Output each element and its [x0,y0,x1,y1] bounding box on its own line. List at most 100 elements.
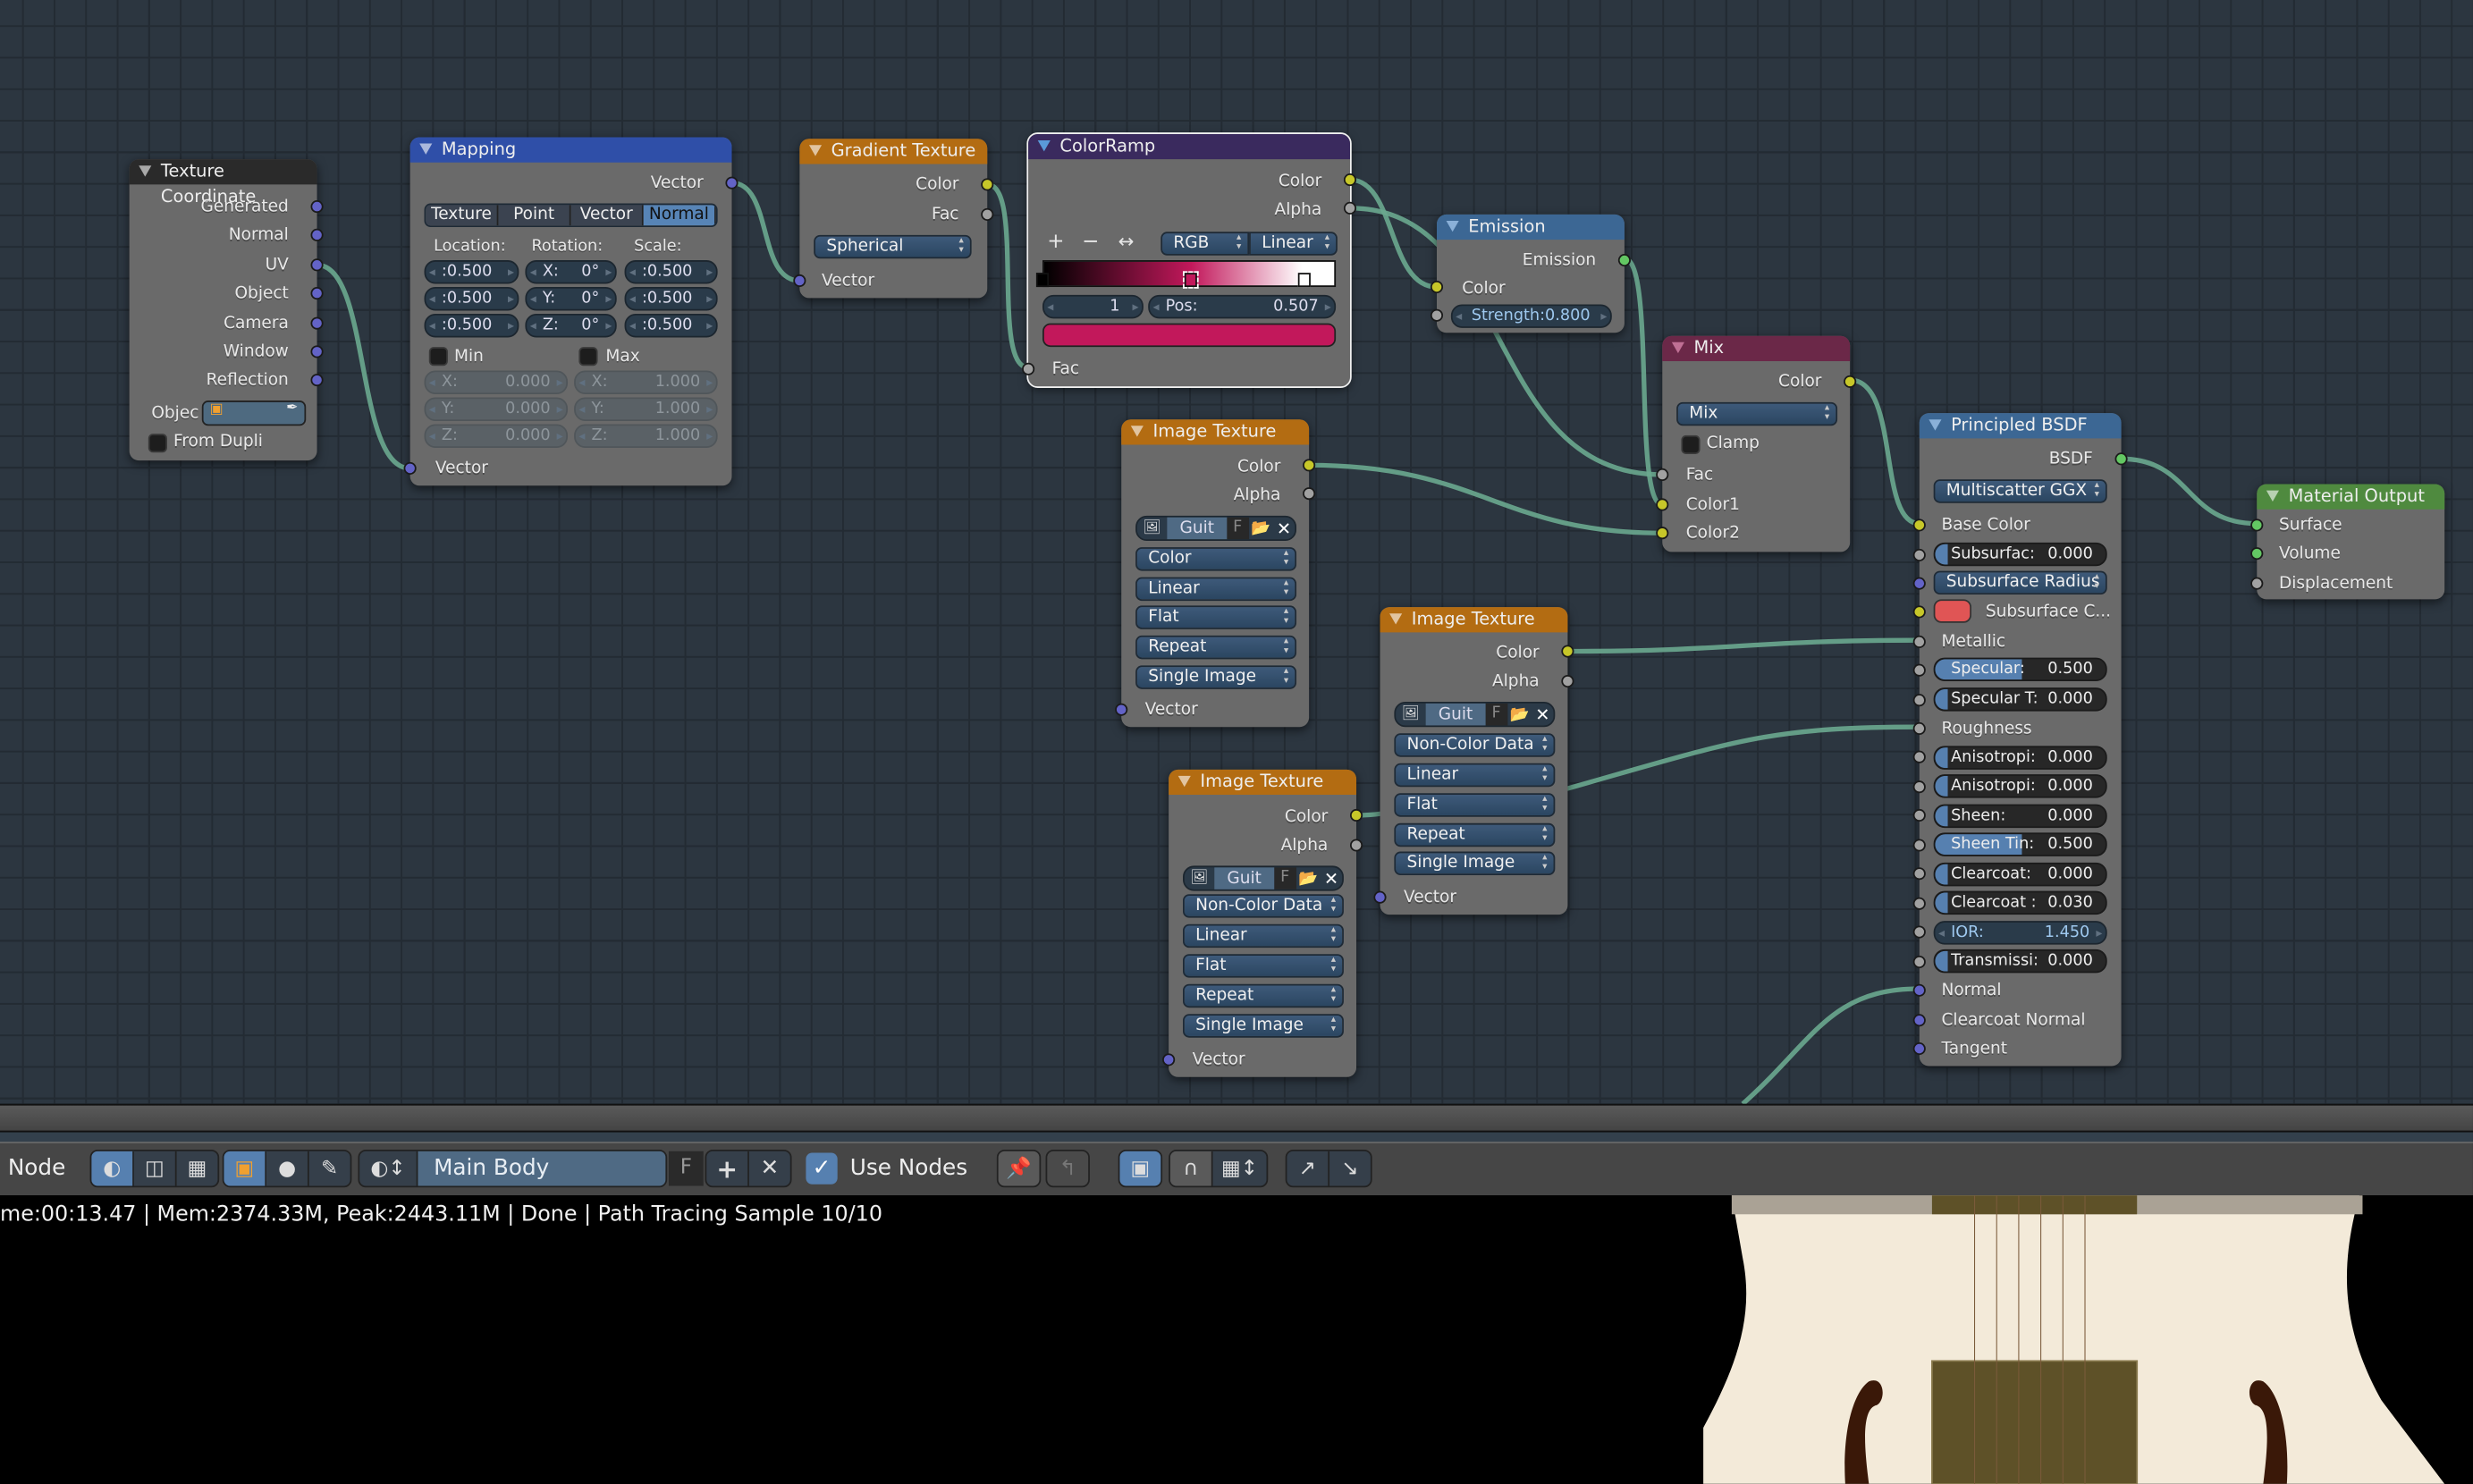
material-name-field[interactable]: Main Body [418,1151,666,1186]
open-folder-icon[interactable]: 📂 [1507,705,1532,722]
add-stop-icon[interactable]: + [1047,231,1064,254]
color-stop-handle[interactable] [1296,273,1311,288]
socket-strength-in[interactable] [1430,308,1444,322]
image-datablock[interactable]: 🖼 Guit F 📂 ✕ [1183,865,1344,891]
color-stop-handle[interactable] [1183,271,1200,289]
node-header[interactable]: Mix [1662,335,1851,361]
clamp-checkbox[interactable] [1681,434,1701,455]
image-browse-icon[interactable]: 🖼 [1185,867,1215,890]
anisotropic-slider[interactable]: Anisotropi: 0.000 [1933,746,2107,770]
collapse-icon[interactable] [1389,613,1403,625]
collapse-icon[interactable] [1130,426,1144,437]
socket-alpha-out[interactable] [1303,487,1316,501]
socket-normal[interactable] [310,228,324,241]
node-emission[interactable]: Emission Emission Color Strength:0.800 [1430,214,1631,333]
type-texture[interactable]: Texture [426,205,499,226]
socket-roughness[interactable] [1912,721,1926,736]
blend-mode-dropdown[interactable]: Mix [1676,401,1838,426]
collapse-icon[interactable] [808,145,823,156]
socket-sheen-tint[interactable] [1912,839,1926,852]
node-image-texture-2[interactable]: Image Texture Color Alpha 🖼 Guit F 📂 ✕ N… [1373,607,1574,915]
clipboard-controls[interactable]: ↗ ↘ [1285,1149,1372,1188]
node-header[interactable]: Principled BSDF [1919,413,2122,439]
gradient-type-dropdown[interactable]: Spherical [814,234,972,259]
specular-tint-slider[interactable]: Specular T: 0.000 [1933,687,2107,712]
socket-tangent[interactable] [1912,1042,1926,1056]
copy-nodes-icon[interactable]: ↗ [1287,1151,1330,1186]
socket-anisotropic[interactable] [1912,750,1926,763]
stop-position-field[interactable]: Pos:0.507 [1148,294,1337,319]
material-actions[interactable]: + ✕ [705,1149,792,1188]
use-nodes-checkbox[interactable]: ✓ [806,1152,838,1185]
socket-ior[interactable] [1912,925,1926,939]
anisotropic-rotation-slider[interactable]: Anisotropi: 0.000 [1933,774,2107,798]
type-vector[interactable]: Vector [570,205,644,226]
node-gradient-texture[interactable]: Gradient Texture Color Fac Spherical Vec… [793,139,994,299]
color-stop-handle[interactable] [1035,273,1050,288]
mapping-type-selector[interactable]: Texture Point Vector Normal [424,203,718,228]
subsurface-slider[interactable]: Subsurfac: 0.000 [1933,542,2107,567]
extension-dropdown[interactable]: Repeat [1135,635,1297,660]
socket-clearcoat-roughness[interactable] [1912,897,1926,910]
type-point[interactable]: Point [498,205,571,226]
interpolation-dropdown[interactable]: Linear [1249,232,1338,256]
fake-user-button[interactable]: F [1227,517,1249,540]
new-material-icon[interactable]: + [706,1151,749,1186]
interpolation-dropdown[interactable]: Linear [1135,577,1297,602]
color-space-dropdown[interactable]: Color [1135,547,1297,571]
socket-specular-tint[interactable] [1912,694,1926,707]
extension-dropdown[interactable]: Repeat [1394,822,1556,847]
socket-color-out[interactable] [1349,808,1363,822]
node-header[interactable]: Texture Coordinate [129,159,317,207]
open-folder-icon[interactable]: 📂 [1296,870,1320,887]
socket-reflection[interactable] [310,374,324,387]
min-checkbox[interactable] [428,347,448,367]
projection-dropdown[interactable]: Flat [1183,954,1344,978]
object-shader-icon[interactable]: ▣ [224,1151,267,1186]
specular-slider[interactable]: Specular: 0.500 [1933,657,2107,682]
socket-alpha-out[interactable] [1561,674,1574,688]
distribution-dropdown[interactable]: Multiscatter GGX [1933,479,2107,503]
socket-color-out[interactable] [1561,645,1574,658]
socket-vector-in[interactable] [1162,1053,1176,1067]
backdrop-button[interactable]: ▣ [1118,1149,1163,1188]
shader-tree-icon[interactable]: ◐ [91,1151,134,1186]
flip-ramp-icon[interactable]: ↔ [1118,231,1135,253]
color-space-dropdown[interactable]: Non-Color Data [1183,894,1344,918]
sheen-tint-slider[interactable]: Sheen Tin: 0.500 [1933,832,2107,856]
fake-user-button[interactable]: F [1485,703,1507,726]
socket-object[interactable] [310,287,324,300]
linestyle-shader-icon[interactable]: ✎ [309,1151,350,1186]
snap-controls[interactable]: ∩ ▦↕ [1169,1149,1269,1188]
node-principled-bsdf[interactable]: Principled BSDF BSDF Multiscatter GGX Ba… [1912,413,2128,1067]
socket-color-out[interactable] [1303,459,1316,472]
interpolation-dropdown[interactable]: Linear [1183,923,1344,949]
rotation-y[interactable]: Y:0° [525,287,617,311]
subsurface-radius-dropdown[interactable]: Subsurface Radius [1933,570,2107,595]
collapse-icon[interactable] [2266,490,2279,502]
active-stop-index[interactable]: 1 [1042,294,1144,319]
socket-metallic[interactable] [1912,635,1926,649]
projection-dropdown[interactable]: Flat [1135,605,1297,629]
snap-magnet-icon[interactable]: ∩ [1169,1151,1213,1186]
socket-surface[interactable] [2250,519,2264,532]
socket-clearcoat[interactable] [1912,867,1926,881]
material-datablock[interactable]: ◐↕ Main Body [358,1149,668,1188]
node-image-texture-1[interactable]: Image Texture Color Alpha 🖼 Guit F 📂 ✕ C… [1115,419,1316,728]
socket-color2-in[interactable] [1656,527,1669,540]
image-datablock[interactable]: 🖼 Guit F 📂 ✕ [1135,515,1297,542]
source-dropdown[interactable]: Single Image [1394,851,1556,876]
socket-vector-in[interactable] [403,461,417,475]
world-shader-icon[interactable]: ● [266,1151,309,1186]
socket-color-out[interactable] [1844,375,1857,388]
source-dropdown[interactable]: Single Image [1183,1014,1344,1038]
max-x[interactable]: X:1.000 [574,370,718,394]
socket-subsurface-radius[interactable] [1912,577,1926,590]
node-mapping[interactable]: Mapping Vector Texture Point Vector Norm… [403,137,739,486]
scale-x[interactable]: :0.500 [624,260,718,284]
unlink-icon[interactable]: ✕ [1532,704,1553,725]
rotation-x[interactable]: X:0° [525,260,617,284]
from-dupli-checkbox[interactable] [148,434,167,453]
socket-color-out[interactable] [981,178,994,191]
node-header[interactable]: Mapping [409,137,732,163]
